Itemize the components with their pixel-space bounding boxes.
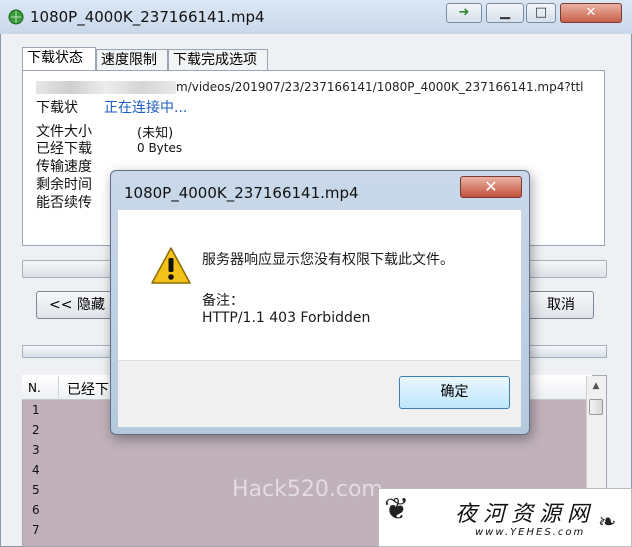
warning-icon bbox=[150, 246, 192, 286]
dialog-title: 1080P_4000K_237166141.mp4 bbox=[124, 184, 359, 202]
ornament-icon: ❦ bbox=[384, 492, 410, 527]
minimize-icon: ▁ bbox=[500, 5, 510, 20]
dialog-message: 服务器响应显示您没有权限下载此文件。 bbox=[202, 252, 454, 268]
list-row-number: 4 bbox=[32, 463, 40, 477]
maximize-icon: □ bbox=[534, 5, 548, 20]
close-button[interactable]: ✕ bbox=[560, 3, 622, 23]
download-url: m/videos/201907/23/237166141/1080P_4000K… bbox=[36, 80, 584, 94]
column-header-n[interactable]: N. bbox=[28, 381, 41, 395]
list-row-number: 2 bbox=[32, 423, 40, 437]
hide-details-button[interactable]: << 隐藏 bbox=[36, 291, 118, 319]
redacted-url-prefix bbox=[36, 81, 176, 94]
site-watermark: Hack520.com bbox=[232, 477, 383, 502]
download-globe-icon bbox=[8, 9, 24, 25]
close-icon: ✕ bbox=[484, 177, 498, 196]
logo-text: 夜河资源网 bbox=[455, 502, 596, 527]
window-title: 1080P_4000K_237166141.mp4 bbox=[30, 8, 265, 26]
column-divider bbox=[58, 376, 59, 398]
ok-button[interactable]: 确定 bbox=[399, 376, 510, 409]
list-row-number: 3 bbox=[32, 443, 40, 457]
close-icon: ✕ bbox=[585, 5, 597, 20]
tab-speed-limit[interactable]: 速度限制 bbox=[96, 49, 168, 71]
remaining-label: 剩余时间 bbox=[36, 177, 92, 193]
minimize-button[interactable]: ▁ bbox=[486, 3, 524, 23]
resume-label: 能否续传 bbox=[36, 195, 92, 211]
list-row-number: 6 bbox=[32, 503, 40, 517]
list-row-number: 5 bbox=[32, 483, 40, 497]
downloaded-label: 已经下载 bbox=[36, 141, 92, 157]
tab-complete-options[interactable]: 下载完成选项 bbox=[168, 49, 268, 71]
arrow-right-icon: ➜ bbox=[458, 5, 470, 20]
downloaded-value: 0 Bytes bbox=[137, 141, 183, 155]
list-row-number: 7 bbox=[32, 523, 40, 537]
download-url-text: m/videos/201907/23/237166141/1080P_4000K… bbox=[176, 80, 584, 94]
transfer-button[interactable]: ➜ bbox=[446, 3, 482, 23]
dialog-note-label: 备注： bbox=[202, 293, 244, 309]
dialog-note-value: HTTP/1.1 403 Forbidden bbox=[202, 310, 371, 326]
tab-download-status[interactable]: 下载状态 bbox=[22, 47, 96, 71]
state-label: 下载状 bbox=[36, 100, 78, 116]
scroll-thumb[interactable] bbox=[589, 399, 603, 415]
scroll-up-icon[interactable]: ▲ bbox=[588, 378, 604, 394]
column-header-downloaded[interactable]: 已经下 bbox=[67, 379, 109, 399]
dialog-close-button[interactable]: ✕ bbox=[460, 176, 522, 198]
maximize-button[interactable]: □ bbox=[526, 3, 556, 23]
state-value: 正在连接中... bbox=[104, 100, 188, 116]
ornament-icon: ❧ bbox=[598, 510, 617, 535]
list-row-number: 1 bbox=[32, 403, 40, 417]
file-size-value: (未知) bbox=[137, 126, 174, 141]
logo-subtitle: www.YEHES.com bbox=[475, 527, 586, 538]
speed-label: 传输速度 bbox=[36, 159, 92, 175]
